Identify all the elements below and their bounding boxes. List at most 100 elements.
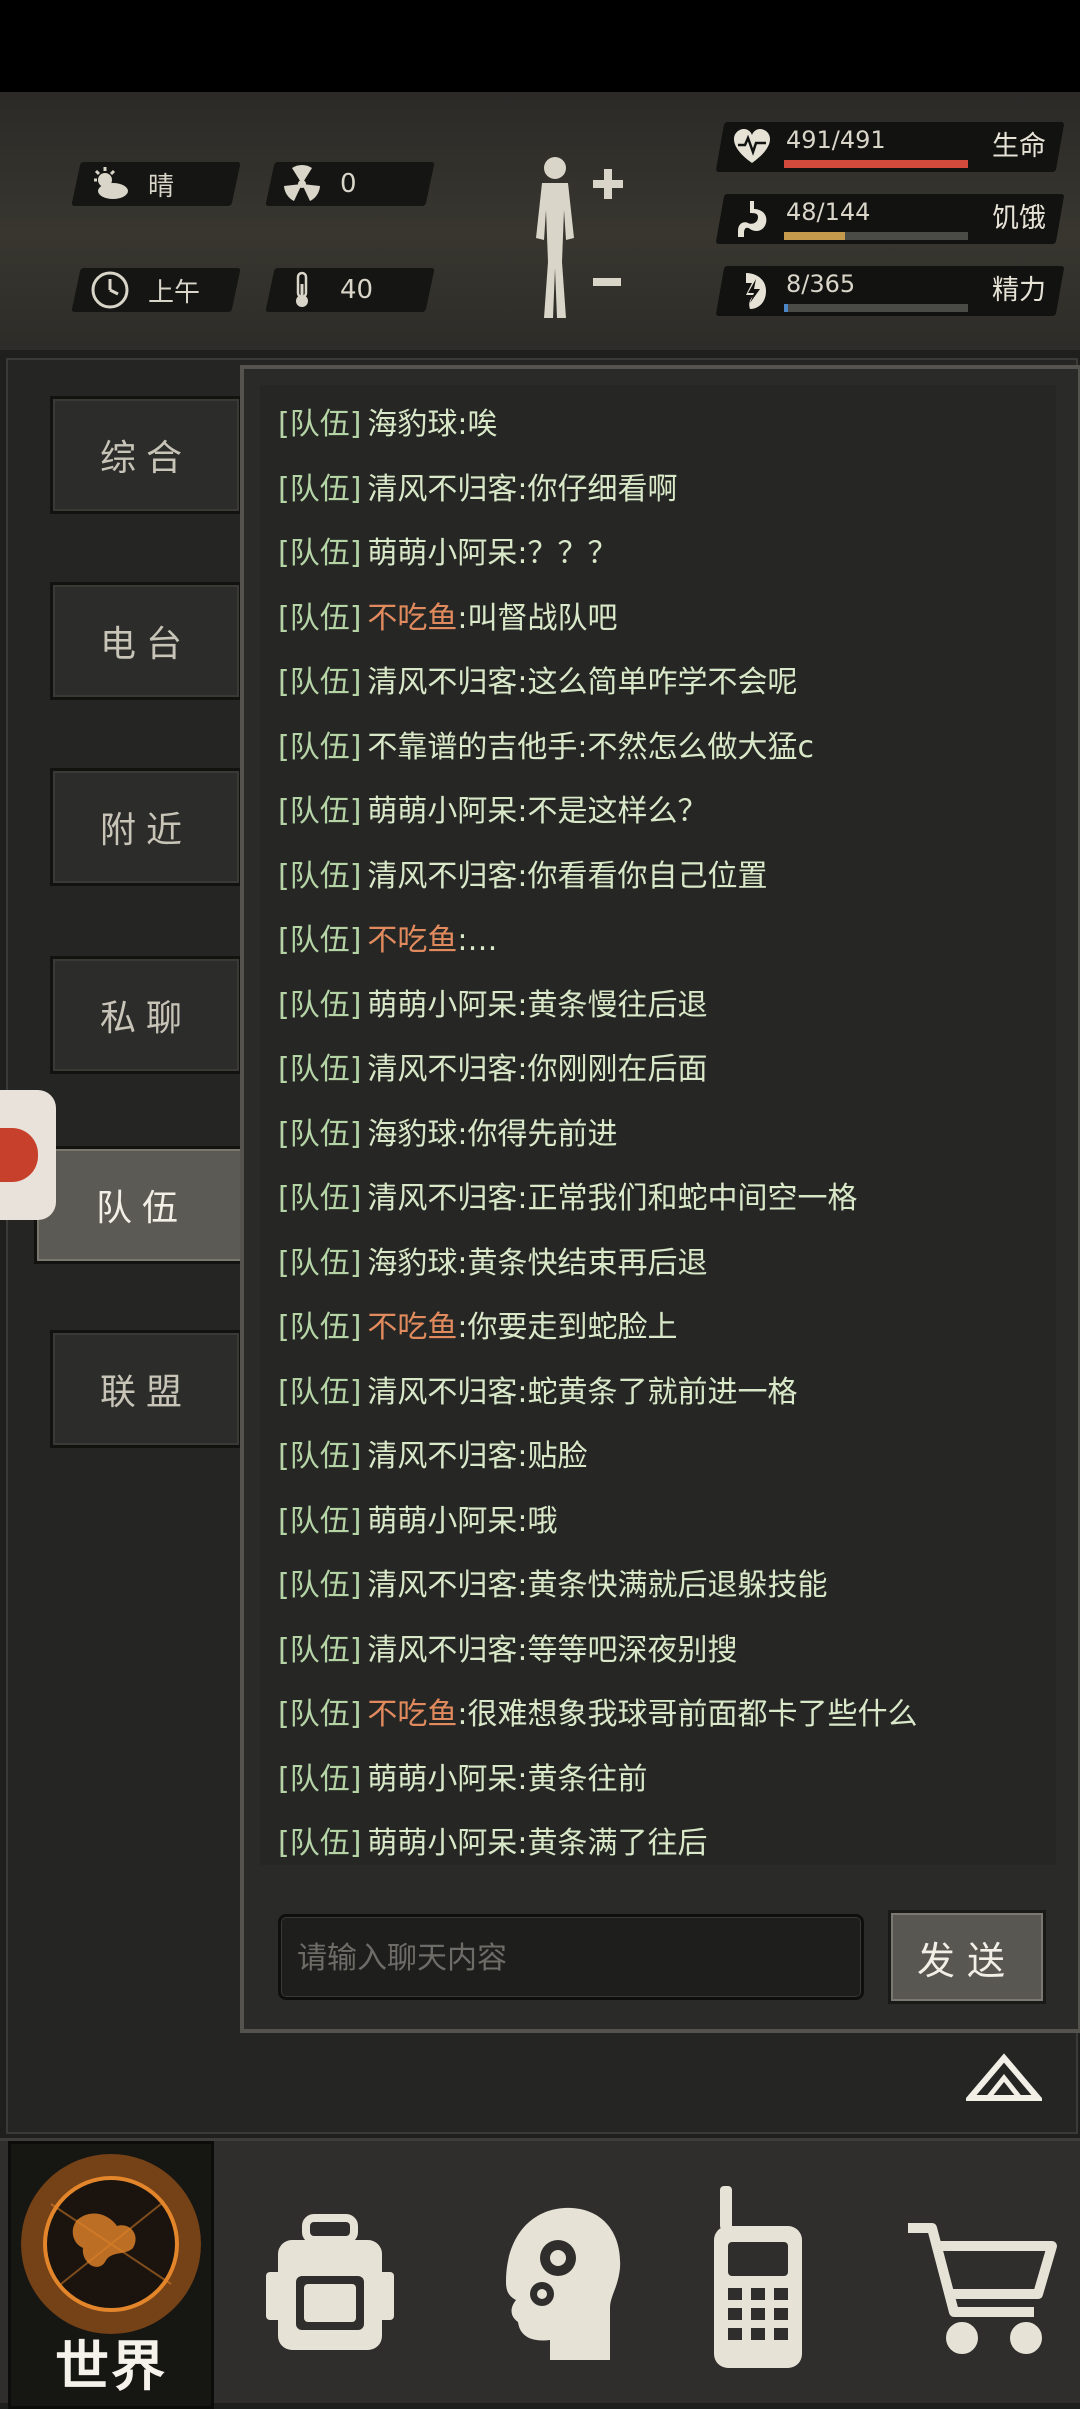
chat-sender-name[interactable]: 萌萌小阿呆 [367,794,517,829]
chat-channel-tag: [队伍] [278,987,362,1023]
chat-message: [队伍] 萌萌小阿呆:黄条往前 [278,1750,648,1810]
chat-channel-tag: [队伍] [278,1439,362,1474]
chat-message: [队伍] 清风不归客:这么简单咋学不会呢 [278,653,798,713]
head-gears-icon [506,2207,621,2360]
floating-assistant-handle[interactable] [0,1090,56,1220]
chat-message-text: :不是这样么？ [517,794,708,829]
chat-channel-tag: [队伍] [278,665,362,700]
chat-message: [队伍] 不吃鱼:很难想象我球哥前面都卡了些什么 [278,1685,918,1745]
chat-message: [队伍] 萌萌小阿呆:哦 [278,1492,558,1552]
weather-text: 晴 [148,171,175,202]
chat-sender-name[interactable]: 不靠谱的吉他手 [367,730,577,765]
chat-message-text: :黄条快结束再后退 [457,1245,708,1281]
chat-message-text: :正常我们和蛇中间空一格 [517,1181,858,1216]
chat-sender-name[interactable]: 萌萌小阿呆 [367,988,517,1023]
chat-sender-name[interactable]: 海豹球 [367,407,457,442]
nav-skills-button[interactable] [486,2141,626,2403]
health-stat[interactable]: 491/491 生命 [715,122,1065,172]
chat-sender-name[interactable]: 萌萌小阿呆 [367,1504,517,1539]
chat-message: [队伍] 清风不归客:你仔细看啊 [278,460,678,520]
tab-alliance[interactable]: 联盟 [50,1330,242,1448]
chat-message: [队伍] 萌萌小阿呆:黄条满了往后 [278,1814,708,1865]
minus-icon [593,278,621,286]
weather-partly-sunny-icon [94,167,128,199]
chat-channel-tag: [队伍] [278,536,362,571]
chat-sender-name[interactable]: 不吃鱼 [367,923,457,958]
health-value: 491/491 [786,126,886,154]
chat-message: [队伍] 海豹球:唉 [278,395,498,455]
nav-radio-button[interactable] [690,2141,830,2403]
chat-sender-name[interactable]: 海豹球 [367,1246,457,1281]
nav-backpack-button[interactable] [260,2141,400,2403]
chat-sender-name[interactable]: 清风不归客 [367,1633,517,1668]
chat-message-text: :叫督战队吧 [457,600,618,636]
chat-sender-name[interactable]: 清风不归客 [367,1375,517,1410]
tab-nearby[interactable]: 附近 [50,768,242,886]
chat-sender-name[interactable]: 清风不归客 [367,1181,517,1216]
chat-channel-tag: [队伍] [278,600,362,636]
chat-sender-name[interactable]: 清风不归客 [367,472,517,507]
chat-sender-name[interactable]: 清风不归客 [367,859,517,894]
globe-icon [21,2154,201,2334]
chat-message-text: :不然怎么做大猛c [577,729,815,765]
nav-world-label: 世界 [55,2335,167,2398]
chat-message-text: :哦 [517,1503,558,1539]
chat-sender-name[interactable]: 海豹球 [367,1117,457,1152]
thermometer-icon [296,271,308,307]
assistant-icon [0,1128,38,1182]
chat-sender-name[interactable]: 萌萌小阿呆 [367,1762,517,1797]
chat-message-text: :… [457,923,498,958]
hud-panel: 晴 0 上午 40 491/491 生命 48/144 饥饿 8/365 精力 [0,92,1080,350]
chat-message-text: :等等吧深夜别搜 [517,1632,738,1668]
backpack-icon [266,2214,394,2350]
chat-sender-name[interactable]: 清风不归客 [367,1568,517,1603]
send-button[interactable]: 发送 [888,1910,1046,2004]
tab-radio[interactable]: 电台 [50,582,242,700]
chat-message: [队伍] 萌萌小阿呆:黄条慢往后退 [278,976,708,1036]
nav-shop-button[interactable] [902,2141,1062,2403]
nav-world-button[interactable]: 世界 [8,2141,214,2409]
chat-input[interactable] [295,1917,849,1999]
bottom-navigation: 世界 [0,2138,1080,2409]
chat-channel-tag: [队伍] [278,1503,362,1539]
chat-sender-name[interactable]: 清风不归客 [367,1439,517,1474]
chat-sender-name[interactable]: 清风不归客 [367,1052,517,1087]
temperature-indicator[interactable]: 40 [282,268,373,312]
walkie-talkie-icon [714,2186,802,2368]
hunger-stat[interactable]: 48/144 饥饿 [715,194,1065,244]
chat-channel-tag: [队伍] [278,1632,362,1668]
chat-sender-name[interactable]: 不吃鱼 [367,601,457,636]
tab-general[interactable]: 综合 [50,396,242,514]
radiation-indicator[interactable]: 0 [282,162,357,206]
chat-message: [队伍] 清风不归客:蛇黄条了就前进一格 [278,1363,798,1423]
chat-sender-name[interactable]: 萌萌小阿呆 [367,1826,517,1861]
weather-indicator[interactable]: 晴 [90,162,174,206]
time-of-day-text: 上午 [148,277,201,308]
chat-channel-tag: [队伍] [278,923,362,958]
chat-message-text: :你刚刚在后面 [517,1052,708,1087]
chat-channel-tag: [队伍] [278,794,362,829]
energy-bar [784,304,968,312]
chat-sender-name[interactable]: 不吃鱼 [367,1697,457,1732]
chat-message-text: :很难想象我球哥前面都卡了些什么 [457,1697,918,1732]
clock-icon [91,271,129,309]
collapse-chevron-up-icon[interactable] [966,2050,1042,2106]
plus-icon [593,169,623,199]
chat-sender-name[interactable]: 萌萌小阿呆 [367,536,517,571]
chat-message-text: :唉 [457,407,498,442]
tab-private[interactable]: 私聊 [50,956,242,1074]
chat-sender-name[interactable]: 清风不归客 [367,665,517,700]
health-bar [784,160,968,168]
chat-input-box[interactable] [278,1914,864,2000]
chat-channel-tag: [队伍] [278,1697,362,1732]
chat-sender-name[interactable]: 不吃鱼 [367,1310,457,1345]
time-indicator[interactable]: 上午 [90,268,200,312]
chat-message-text: :蛇黄条了就前进一格 [517,1374,798,1410]
energy-stat[interactable]: 8/365 精力 [715,266,1065,316]
chat-message: [队伍] 不吃鱼:你要走到蛇脸上 [278,1298,678,1358]
chat-message-list[interactable]: [队伍] 海豹球:唉 [队伍] 清风不归客:你仔细看啊 [队伍] 萌萌小阿呆:？？？ [队伍… [260,385,1056,1865]
chat-message-text: :贴脸 [517,1439,588,1474]
tab-team[interactable]: 队伍 [34,1146,250,1264]
chat-message-text: :黄条慢往后退 [517,987,708,1023]
body-status-button[interactable] [520,150,630,325]
